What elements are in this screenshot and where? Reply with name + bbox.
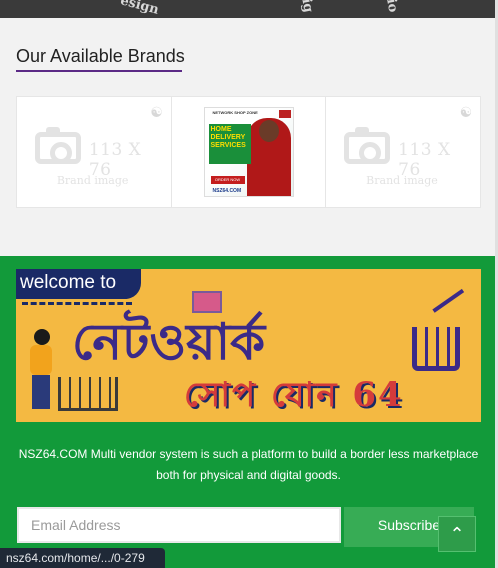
brand-placeholder-image: 113 X 76 Brand image ☯ [29,104,163,192]
footer-tagline: NSZ64.COM Multi vendor system is such a … [18,447,479,482]
brand-item[interactable]: 113 X 76 Brand image ☯ [17,97,172,207]
placeholder-label: Brand image [366,174,438,187]
shopper-illustration [26,329,56,409]
scroll-to-top-button[interactable]: ⌃ [438,516,476,552]
brands-title: Our Available Brands [16,46,185,66]
flag-icon [278,110,291,118]
ad-headline: HOME DELIVERY SERVICES [208,124,251,164]
camera-icon [34,127,81,164]
title-underline [16,70,182,72]
site-footer: welcome to নেটওয়ার্ক সোপ যোন 64 NSZ64.C… [0,256,498,568]
top-fragment-text: ig [298,0,316,14]
top-fragment-text: io [383,0,401,14]
brands-carousel: 113 X 76 Brand image ☯ NETWORK SHOP ZONE… [16,96,481,208]
pixel-logo-icon: ☯ [150,104,163,120]
top-fragment-text: esign [118,0,161,18]
banner-brand-line-2: সোপ যোন 64 [184,375,404,415]
brands-section: Our Available Brands 113 X 76 Brand imag… [0,18,498,256]
pixel-logo-icon: ☯ [459,104,473,120]
banner-welcome-text: welcome to [16,269,141,299]
delivery-person-head [258,120,279,142]
brand-placeholder-image: 113 X 76 Brand image ☯ [338,104,472,192]
footer-logo-banner[interactable]: welcome to নেটওয়ার্ক সোপ যোন 64 [16,269,481,422]
newsletter-email-input[interactable]: Email Address [17,507,341,543]
camera-icon [344,127,391,164]
brand-item[interactable]: 113 X 76 Brand image ☯ [326,97,480,207]
ad-order-button: ORDER NOW [210,176,245,184]
ad-top-text: NETWORK SHOP ZONE [212,110,258,115]
growth-arrow-icon [432,288,476,330]
browser-status-url: nsz64.com/home/.../0-279 [0,548,165,568]
chevron-up-icon: ⌃ [449,524,465,544]
brand-item[interactable]: NETWORK SHOP ZONE HOME DELIVERY SERVICES… [172,97,327,207]
brand-ad-image: NETWORK SHOP ZONE HOME DELIVERY SERVICES… [203,107,294,197]
ad-url: NSZ64.COM [212,188,242,194]
top-image-strip: esign ig io [0,0,498,18]
placeholder-label: Brand image [56,174,129,187]
cart-logo-icon [412,327,460,371]
